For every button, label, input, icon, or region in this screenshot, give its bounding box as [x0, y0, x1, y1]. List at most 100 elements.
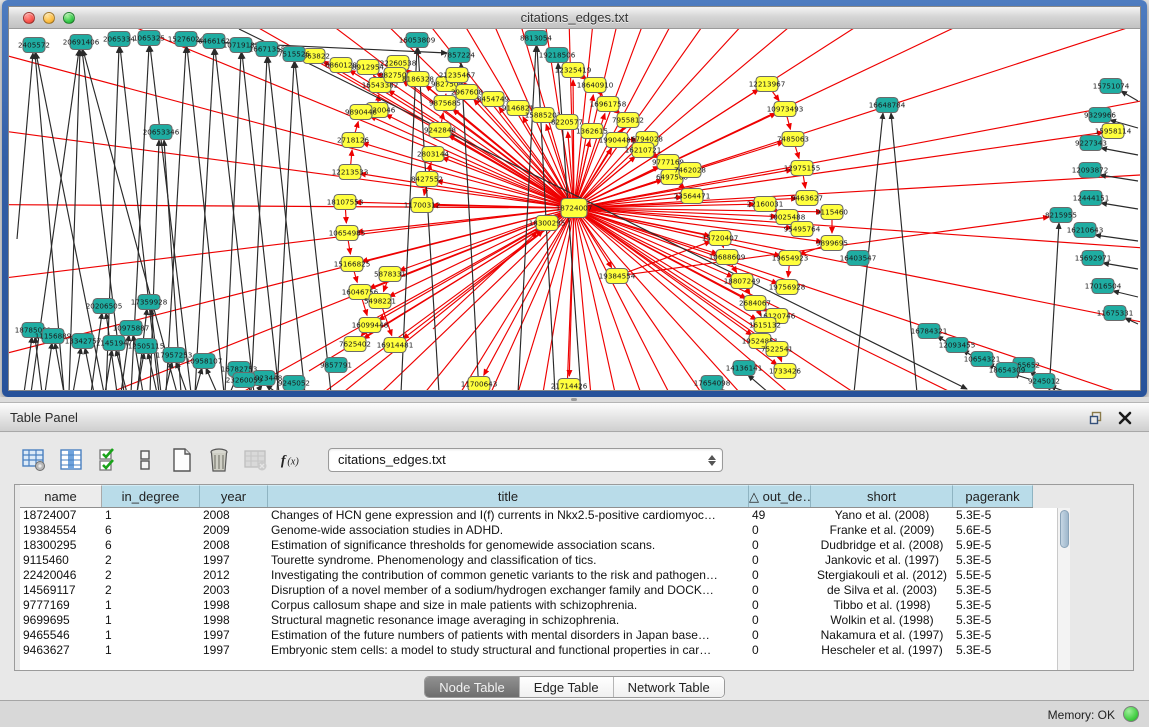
graph-node[interactable]: 16784321 — [911, 324, 948, 339]
tab-edge-table[interactable]: Edge Table — [520, 677, 614, 697]
graph-node[interactable]: 18640910 — [577, 78, 614, 93]
graph-node[interactable]: 5878331 — [374, 267, 406, 282]
graph-node[interactable]: 2405572 — [18, 38, 50, 53]
table-row[interactable]: 1830029562008Estimation of significance … — [20, 538, 1033, 553]
graph-node[interactable]: 8813054 — [520, 31, 552, 46]
table-row[interactable]: 969969511998Structural magnetic resonanc… — [20, 613, 1033, 628]
row-height-button[interactable] — [131, 446, 159, 474]
network-canvas[interactable]: 7663822886012889129541654338222260538982… — [9, 29, 1140, 390]
graph-node[interactable]: 21714426 — [551, 379, 588, 391]
graph-node[interactable]: 5498221 — [364, 294, 396, 309]
column-header-title[interactable]: title — [268, 485, 749, 507]
graph-node[interactable]: 18654309 — [989, 363, 1026, 378]
svg-text:7485063: 7485063 — [777, 135, 809, 144]
scrollbar-thumb[interactable] — [1060, 510, 1069, 548]
delete-column-button[interactable] — [205, 446, 233, 474]
tab-node-table[interactable]: Node Table — [425, 677, 520, 697]
graph-node[interactable]: 12213967 — [749, 77, 786, 92]
graph-node[interactable]: 1615132 — [749, 318, 781, 333]
graph-node[interactable]: 16099448 — [352, 318, 389, 333]
show-column-button[interactable] — [57, 446, 85, 474]
graph-node[interactable]: 7625402 — [339, 337, 371, 352]
graph-node[interactable]: 8186328 — [402, 72, 434, 87]
graph-node[interactable]: 23564471 — [674, 189, 711, 204]
graph-node[interactable]: 1065325 — [133, 31, 165, 46]
graph-node[interactable]: 9857791 — [320, 358, 352, 373]
graph-node[interactable]: 10654985 — [329, 226, 366, 241]
graph-node[interactable]: 9227343 — [1075, 136, 1107, 151]
float-panel-button[interactable] — [1087, 408, 1107, 428]
graph-node[interactable]: 7955812 — [612, 113, 644, 128]
table-row[interactable]: 1938455462009Genome-wide association stu… — [20, 523, 1033, 538]
graph-node[interactable]: 7462028 — [674, 163, 706, 178]
graph-node[interactable]: 9899695 — [816, 236, 848, 251]
graph-node[interactable]: 20206505 — [86, 299, 123, 314]
table-row[interactable]: 911546021997Tourette syndrome. Phenomeno… — [20, 553, 1033, 568]
close-panel-button[interactable] — [1117, 408, 1137, 428]
graph-node[interactable]: 7857224 — [443, 48, 475, 63]
table-mode-button[interactable] — [20, 446, 48, 474]
graph-node[interactable]: 1733426 — [769, 364, 801, 379]
column-header-out_de[interactable]: △ out_de… — [749, 485, 811, 507]
tab-network-table[interactable]: Network Table — [614, 677, 724, 697]
graph-node[interactable]: 20691406 — [63, 35, 100, 50]
graph-node[interactable]: 19384554 — [599, 269, 636, 284]
graph-node[interactable]: 9463627 — [791, 191, 823, 206]
graph-node[interactable]: 9242848 — [424, 123, 456, 138]
table-row[interactable]: 1872400712008Changes of HCN gene express… — [20, 508, 1033, 523]
graph-node[interactable]: 12093455 — [939, 338, 976, 353]
graph-node[interactable]: 8427552 — [411, 172, 443, 187]
graph-node[interactable]: 10958107 — [186, 354, 223, 369]
graph-node[interactable]: 12213533 — [332, 165, 369, 180]
graph-node[interactable]: 16053809 — [399, 33, 436, 48]
graph-node[interactable]: 7485063 — [777, 132, 809, 147]
graph-node[interactable]: 18724007 — [556, 199, 593, 218]
graph-node[interactable]: 2718126 — [337, 133, 369, 148]
graph-node[interactable]: 11700643 — [461, 377, 498, 391]
graph-node[interactable]: 18300295 — [529, 216, 566, 231]
graph-node[interactable]: 9875685 — [429, 96, 461, 111]
column-header-name[interactable]: name — [20, 485, 102, 507]
table-row[interactable]: 977716911998Corpus callosum shape and si… — [20, 598, 1033, 613]
graph-node[interactable]: 22160031 — [747, 197, 784, 212]
graph-node[interactable]: 7522541 — [761, 342, 793, 357]
column-header-pagerank[interactable]: pagerank — [953, 485, 1033, 507]
table-row[interactable]: 2242004622012Investigating the contribut… — [20, 568, 1033, 583]
graph-node[interactable]: 11675331 — [1097, 306, 1134, 321]
graph-node[interactable]: 16961758 — [590, 97, 627, 112]
new-column-button[interactable] — [168, 446, 196, 474]
graph-node[interactable]: 9245052 — [278, 376, 310, 391]
graph-node[interactable]: 9245012 — [1028, 374, 1060, 389]
graph-node[interactable]: 17359928 — [131, 295, 168, 310]
column-header-year[interactable]: year — [200, 485, 268, 507]
table-select-dropdown[interactable]: citations_edges.txt — [328, 448, 723, 472]
table-row[interactable]: 1456911722003Disruption of a novel membe… — [20, 583, 1033, 598]
column-header-short[interactable]: short — [811, 485, 953, 507]
graph-node[interactable]: 10654321 — [964, 352, 1001, 367]
graph-node[interactable]: 15166825 — [334, 257, 371, 272]
graph-node[interactable]: 16403547 — [840, 251, 877, 266]
delete-table-button[interactable] — [242, 446, 270, 474]
graph-node[interactable]: 8215955 — [1045, 208, 1077, 223]
graph-node[interactable]: 16914481 — [377, 338, 414, 353]
graph-node[interactable]: 2065334 — [103, 32, 135, 47]
window-titlebar[interactable]: citations_edges.txt — [9, 7, 1140, 29]
graph-node[interactable]: 18807249 — [724, 274, 761, 289]
graph-node[interactable]: 95495764 — [784, 222, 821, 237]
table-row[interactable]: 946362711997Embryonic stem cells: a mode… — [20, 643, 1033, 658]
graph-node[interactable]: 12325419 — [555, 63, 592, 78]
graph-node[interactable]: 14136141 — [726, 361, 763, 376]
select-columns-button[interactable] — [94, 446, 122, 474]
table-vertical-scrollbar[interactable] — [1057, 508, 1070, 671]
function-builder-button[interactable]: f (x) — [279, 446, 307, 474]
graph-node[interactable]: 9115460 — [816, 205, 848, 220]
column-header-in_degree[interactable]: in_degree — [102, 485, 200, 507]
graph-node[interactable]: 2803144 — [417, 147, 449, 162]
graph-node[interactable]: 19654923 — [772, 251, 809, 266]
graph-node[interactable]: 2684067 — [739, 296, 771, 311]
graph-node[interactable]: 15751074 — [1093, 79, 1130, 94]
graph-node[interactable]: 20653346 — [143, 125, 180, 140]
graph-node[interactable]: 17654098 — [694, 376, 731, 391]
graph-node[interactable]: 19756928 — [769, 280, 806, 295]
table-row[interactable]: 946554611997Estimation of the future num… — [20, 628, 1033, 643]
